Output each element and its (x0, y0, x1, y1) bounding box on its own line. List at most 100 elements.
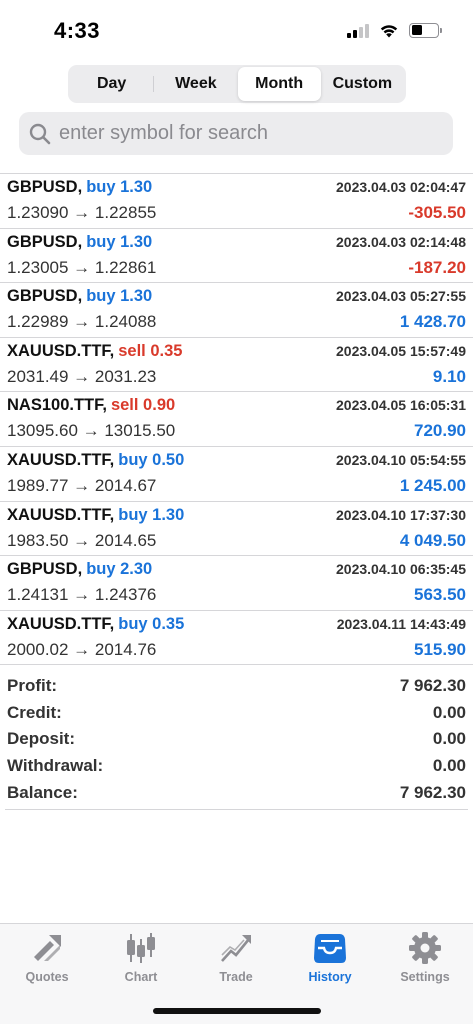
home-indicator (153, 1008, 321, 1014)
battery-icon (409, 22, 442, 38)
search-icon (29, 123, 51, 144)
deal-side: sell 0.35 (118, 341, 183, 360)
summary-value: 0.00 (432, 729, 466, 749)
deal-symbol: GBPUSD, (7, 560, 83, 579)
deal-symbol: XAUUSD.TTF, (7, 505, 115, 524)
list-item[interactable]: GBPUSD, buy 2.30 2023.04.10 06:35:45 1.241… (0, 556, 473, 611)
list-item[interactable]: GBPUSD, buy 1.30 2023.04.03 02:14:48 1.230… (0, 229, 473, 284)
deal-profit: 1 245.00 (399, 475, 466, 495)
summary-divider (5, 809, 468, 810)
list-item[interactable]: GBPUSD, buy 1.30 2023.04.03 02:04:47 1.230… (0, 174, 473, 229)
tab-label: Settings (400, 970, 450, 984)
deal-time: 2023.04.11 14:43:49 (336, 615, 466, 632)
deal-symbol: GBPUSD, (7, 287, 83, 306)
deal-time: 2023.04.10 05:54:55 (336, 451, 466, 468)
summary-value: 7 962.30 (399, 782, 466, 802)
wifi-icon (380, 24, 398, 37)
chart-icon (127, 933, 155, 963)
summary-label: Credit: (7, 702, 62, 722)
deal-side: buy 0.50 (118, 450, 185, 469)
search-bar[interactable] (19, 112, 453, 155)
deal-prices: 1989.77 → 2014.67 (7, 475, 157, 495)
list-item[interactable]: GBPUSD, buy 1.30 2023.04.03 05:27:55 1.229… (0, 283, 473, 338)
deals-list: GBPUSD, buy 1.30 2023.04.03 02:04:47 1.230… (0, 173, 473, 666)
summary-profit-row: Profit: 7 962.30 (7, 673, 466, 700)
period-segmented-control: Day Week Month Custom (68, 65, 406, 103)
deal-symbol: GBPUSD, (7, 178, 83, 196)
deal-prices: 1.23090 → 1.22855 (7, 203, 157, 222)
deal-symbol: XAUUSD.TTF, (7, 614, 115, 633)
deal-time: 2023.04.05 15:57:49 (336, 342, 466, 359)
deal-side: buy 2.30 (86, 560, 153, 579)
deal-time: 2023.04.10 06:35:45 (336, 561, 466, 578)
summary-label: Profit: (7, 676, 58, 696)
list-item[interactable]: XAUUSD.TTF, buy 0.50 2023.04.10 05:54:55 1… (0, 447, 473, 502)
summary-value: 7 962.30 (399, 676, 466, 696)
history-icon (314, 934, 346, 963)
summary-label: Withdrawal: (7, 756, 104, 776)
tab-label: Quotes (25, 970, 69, 984)
tab-label: History (308, 970, 352, 984)
deal-side: buy 1.30 (86, 232, 153, 251)
deal-profit: 1 428.70 (399, 312, 466, 332)
deal-symbol: XAUUSD.TTF, (7, 341, 115, 360)
summary-label: Deposit: (7, 729, 75, 749)
deal-side: buy 1.30 (86, 178, 153, 196)
summary-label: Balance: (7, 782, 78, 802)
deal-profit: 720.90 (414, 421, 466, 441)
search-input[interactable] (59, 122, 439, 145)
summary-balance-row: Balance: 7 962.30 (7, 779, 466, 806)
deal-time: 2023.04.05 16:05:31 (336, 397, 466, 414)
trade-icon (221, 935, 251, 962)
summary-value: 0.00 (432, 702, 466, 722)
deal-profit: 9.10 (432, 366, 466, 386)
deal-prices: 1.22989 → 1.24088 (7, 312, 157, 332)
tab-month[interactable]: Month (237, 67, 321, 101)
deal-side: sell 0.90 (110, 396, 176, 415)
summary-value: 0.00 (432, 756, 466, 776)
status-bar: 4:33 (0, 0, 473, 60)
settings-icon (409, 932, 441, 964)
deal-prices: 1.24131 → 1.24376 (7, 585, 157, 605)
quotes-icon (34, 935, 61, 961)
tab-label: Chart (124, 970, 158, 984)
account-summary: Profit: 7 962.30 Credit: 0.00 Deposit: 0.00… (0, 673, 473, 806)
deal-symbol: XAUUSD.TTF, (7, 450, 115, 469)
list-item[interactable]: NAS100.TTF, sell 0.90 2023.04.05 16:05:31 … (0, 392, 473, 447)
deal-prices: 2031.49 → 2031.23 (7, 366, 157, 386)
summary-deposit-row: Deposit: 0.00 (7, 726, 466, 753)
summary-withdrawal-row: Withdrawal: 0.00 (7, 753, 466, 780)
list-item[interactable]: XAUUSD.TTF, buy 0.35 2023.04.11 14:43:49 2… (0, 611, 473, 666)
tab-week[interactable]: Week (154, 67, 237, 101)
deal-profit: -187.20 (408, 257, 466, 277)
list-item[interactable]: XAUUSD.TTF, buy 1.30 2023.04.10 17:37:30 1… (0, 502, 473, 557)
tab-custom[interactable]: Custom (321, 67, 404, 101)
deal-prices: 1.23005 → 1.22861 (7, 257, 157, 277)
deal-side: buy 1.30 (86, 287, 153, 306)
status-time: 4:33 (54, 18, 101, 43)
list-item[interactable]: XAUUSD.TTF, sell 0.35 2023.04.05 15:57:49 … (0, 338, 473, 393)
deal-side: buy 0.35 (118, 614, 185, 633)
tab-history[interactable]: History (290, 930, 370, 984)
tab-label: Trade (219, 970, 253, 984)
deal-time: 2023.04.03 05:27:55 (336, 288, 466, 305)
deal-symbol: NAS100.TTF, (7, 396, 107, 415)
tab-settings[interactable]: Settings (385, 930, 465, 984)
deal-profit: 515.90 (414, 639, 466, 659)
deal-time: 2023.04.03 02:04:47 (336, 179, 466, 195)
tab-day[interactable]: Day (70, 67, 153, 101)
deal-profit: 563.50 (414, 585, 466, 605)
tab-chart[interactable]: Chart (101, 930, 181, 984)
deal-profit: 4 049.50 (399, 530, 466, 550)
tab-quotes[interactable]: Quotes (7, 930, 87, 984)
tab-trade[interactable]: Trade (196, 930, 276, 984)
deal-side: buy 1.30 (118, 505, 185, 524)
deal-symbol: GBPUSD, (7, 232, 83, 251)
deal-prices: 2000.02 → 2014.76 (7, 639, 157, 659)
deal-prices: 1983.50 → 2014.65 (7, 530, 157, 550)
status-icons (347, 22, 442, 38)
summary-credit-row: Credit: 0.00 (7, 700, 466, 727)
deal-prices: 13095.60 → 13015.50 (7, 421, 176, 441)
cellular-signal-icon (347, 22, 369, 38)
deal-profit: -305.50 (408, 203, 466, 222)
